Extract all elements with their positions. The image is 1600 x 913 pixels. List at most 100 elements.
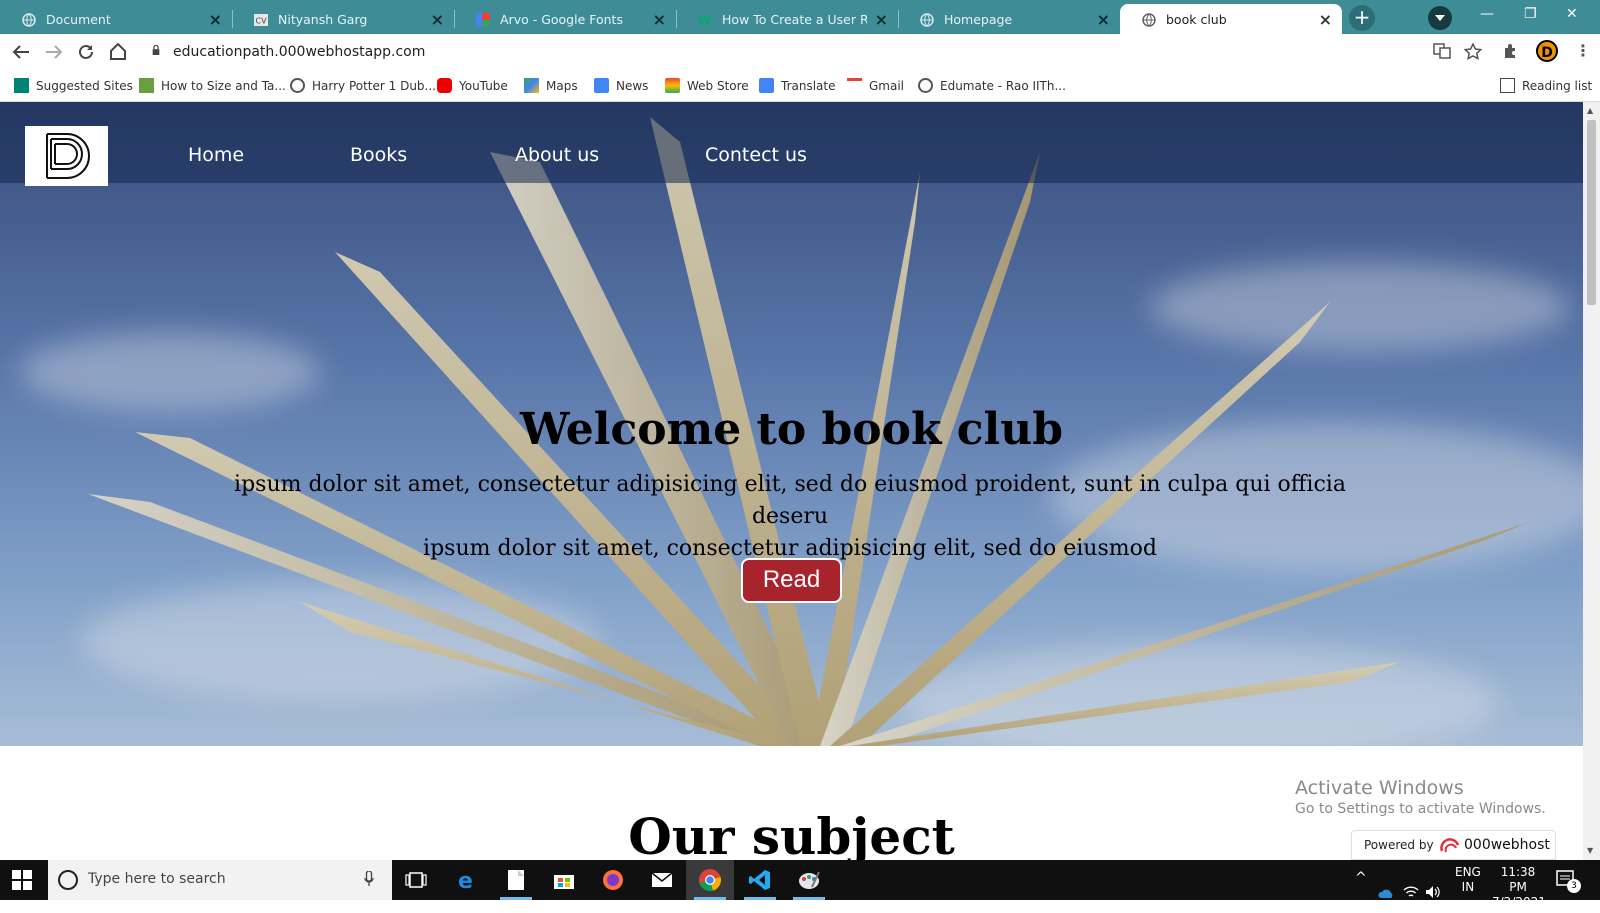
clock-time: 11:38 PM (1500, 865, 1536, 894)
wifi-icon[interactable] (1403, 872, 1419, 912)
tab-nityansh[interactable]: CV Nityansh Garg × (232, 4, 455, 34)
microphone-icon[interactable] (364, 871, 374, 887)
mail-icon[interactable] (638, 860, 686, 900)
store-icon[interactable] (540, 860, 588, 900)
globe-icon (290, 78, 305, 93)
powered-by-brand: 000webhost (1464, 837, 1550, 853)
nav-home[interactable]: Home (188, 144, 244, 166)
page-scrollbar[interactable]: ▲ ▼ (1583, 102, 1600, 860)
bookmark-star-icon[interactable] (1464, 43, 1482, 60)
activate-subtitle: Go to Settings to activate Windows. (1295, 801, 1546, 817)
forward-arrow-icon[interactable] (45, 44, 63, 60)
h-icon (139, 78, 154, 93)
close-icon[interactable]: × (431, 10, 444, 29)
close-icon[interactable]: × (1319, 10, 1332, 29)
hero-section: Home Books About us Contect us Welcome t… (0, 102, 1583, 746)
tab-label: Homepage (944, 12, 1013, 27)
edge-icon[interactable]: e (443, 860, 491, 900)
bookmark-item[interactable]: Maps (524, 78, 578, 93)
tab-homepage[interactable]: Homepage × (898, 4, 1120, 34)
tab-arvo-fonts[interactable]: Arvo - Google Fonts × (454, 4, 677, 34)
logo-icon (46, 133, 90, 179)
language-indicator[interactable]: ENG IN (1455, 865, 1481, 905)
notepad-icon[interactable] (492, 860, 540, 900)
windows-start-icon[interactable] (12, 870, 32, 890)
hero-description: ipsum dolor sit amet, consectetur adipis… (220, 469, 1360, 565)
svg-text:W: W (698, 14, 711, 27)
youtube-icon (437, 78, 452, 93)
search-icon (58, 870, 78, 890)
chevron-up-icon[interactable]: ^ (1355, 870, 1367, 910)
back-arrow-icon[interactable] (12, 44, 30, 60)
close-icon[interactable]: × (875, 10, 888, 29)
vscode-icon[interactable] (736, 860, 784, 900)
nav-contact-us[interactable]: Contect us (705, 144, 807, 166)
new-tab-button[interactable]: + (1349, 5, 1375, 31)
page-viewport: Home Books About us Contect us Welcome t… (0, 102, 1583, 860)
webstore-icon (665, 78, 680, 93)
bookmark-item[interactable]: Edumate - Rao IITh... (918, 78, 1066, 93)
reading-list[interactable]: Reading list (1500, 78, 1592, 93)
firefox-icon[interactable] (589, 860, 637, 900)
notification-center-icon[interactable]: 3 (1556, 870, 1581, 910)
bookmark-item[interactable]: Suggested Sites (14, 78, 133, 93)
bookmark-item[interactable]: Gmail (847, 78, 904, 93)
tab-document[interactable]: Document × (0, 4, 233, 34)
windows-taskbar: Type here to search e ^ ENG IN 11:38 PM … (0, 860, 1600, 909)
bing-icon (14, 78, 29, 93)
close-icon[interactable]: × (653, 10, 666, 29)
news-icon (594, 78, 609, 93)
tab-label: Arvo - Google Fonts (500, 12, 623, 27)
w3schools-icon: W (698, 14, 711, 27)
bookmark-item[interactable]: YouTube (437, 78, 508, 93)
paint-icon[interactable] (785, 860, 833, 900)
bookmark-item[interactable]: How to Size and Ta... (139, 78, 286, 93)
home-icon[interactable] (108, 42, 128, 60)
tab-search-icon[interactable] (1428, 6, 1452, 30)
globe-icon (918, 78, 933, 93)
url-text: educationpath.000webhostapp.com (173, 44, 426, 60)
minimize-button[interactable]: — (1480, 6, 1494, 22)
bookmark-item[interactable]: News (594, 78, 648, 93)
restore-button[interactable]: ❐ (1524, 6, 1537, 22)
taskbar-search[interactable]: Type here to search (48, 860, 392, 900)
maps-icon (524, 78, 539, 93)
powered-by-badge[interactable]: Powered by 000webhost (1351, 830, 1556, 860)
nav-books[interactable]: Books (350, 144, 407, 166)
translate-page-icon[interactable] (1433, 43, 1451, 59)
hero-title: Welcome to book club (519, 404, 1064, 455)
nav-about-us[interactable]: About us (515, 144, 599, 166)
tab-label: Document (46, 12, 111, 27)
reload-icon[interactable] (77, 43, 95, 61)
activate-title: Activate Windows (1295, 777, 1464, 799)
close-icon[interactable]: × (1097, 10, 1110, 29)
svg-text:e: e (458, 869, 473, 891)
menu-kebab-icon[interactable]: ⋮ (1575, 41, 1591, 60)
clock[interactable]: 11:38 PM 7/2/2021 (1492, 865, 1546, 909)
close-icon[interactable]: × (209, 10, 222, 29)
chrome-icon[interactable] (686, 860, 734, 900)
activate-windows-watermark: Activate Windows Go to Settings to activ… (1295, 777, 1546, 817)
onedrive-icon[interactable] (1378, 873, 1394, 913)
volume-icon[interactable] (1425, 872, 1441, 912)
reading-list-icon (1500, 78, 1515, 93)
browser-toolbar: educationpath.000webhostapp.com ⋮ (0, 34, 1600, 70)
bookmark-item[interactable]: Translate (759, 78, 836, 93)
notification-badge: 3 (1567, 879, 1581, 893)
tab-user-rating[interactable]: W How To Create a User Rating × (676, 4, 899, 34)
tab-book-club[interactable]: book club × (1120, 4, 1342, 34)
read-button[interactable]: Read (741, 558, 842, 603)
address-bar[interactable]: educationpath.000webhostapp.com (143, 38, 1443, 66)
bookmark-item[interactable]: Harry Potter 1 Dub... (290, 78, 436, 93)
profile-avatar[interactable]: D (1536, 40, 1558, 62)
tab-label: How To Create a User Rating (722, 12, 867, 27)
site-logo[interactable] (25, 126, 108, 186)
scrollbar-thumb[interactable] (1587, 120, 1596, 305)
browser-tab-strip: Document × CV Nityansh Garg × Arvo - Goo… (0, 0, 1600, 34)
search-placeholder: Type here to search (88, 871, 226, 887)
extensions-icon[interactable] (1503, 43, 1519, 59)
bookmark-item[interactable]: Web Store (665, 78, 749, 93)
globe-icon (22, 13, 36, 27)
task-view-icon[interactable] (392, 860, 440, 900)
window-close-button[interactable]: ✕ (1566, 6, 1578, 22)
